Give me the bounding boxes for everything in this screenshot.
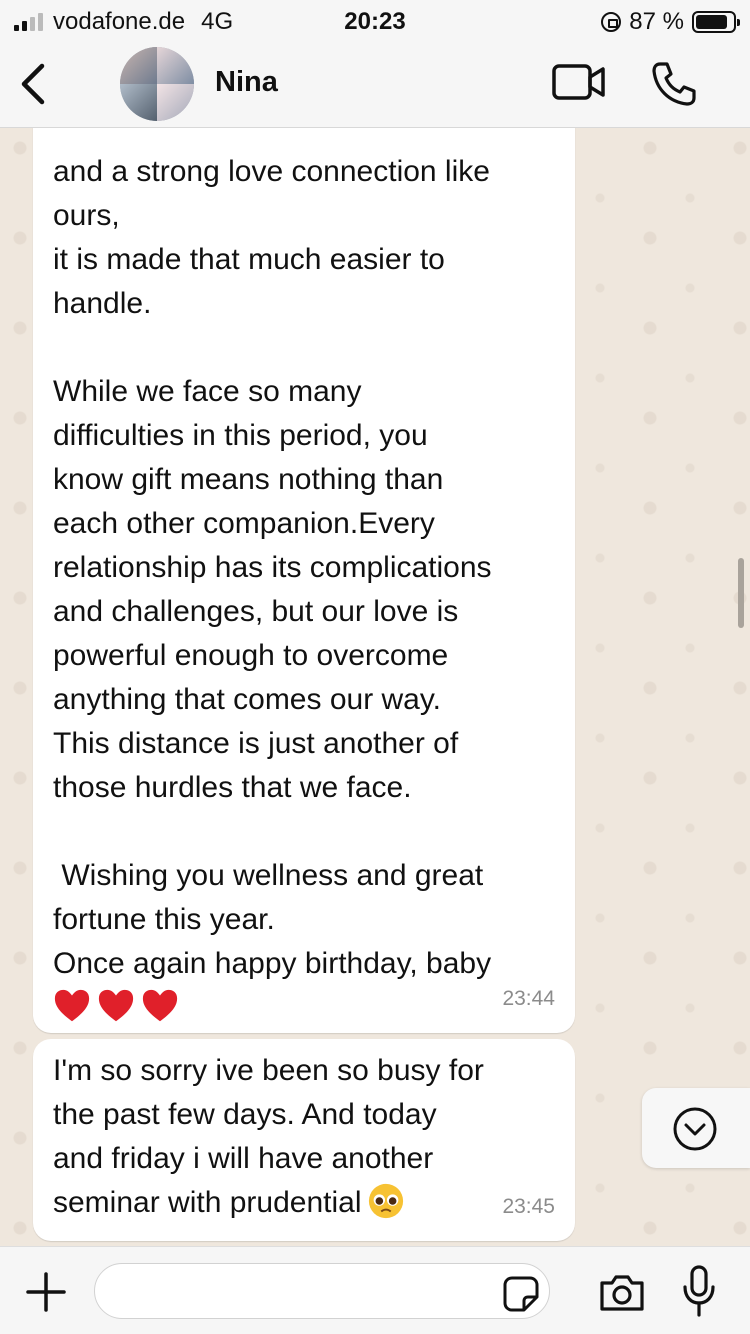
chevron-left-icon [21,63,45,105]
attach-button[interactable] [26,1272,66,1312]
video-call-icon [552,64,605,100]
avatar[interactable] [120,47,194,121]
scrollbar[interactable] [738,558,744,628]
message-time: 23:45 [502,1195,555,1218]
chevron-down-circle-icon [673,1107,717,1151]
pleading-face-icon [369,1183,404,1219]
camera-icon [600,1275,644,1311]
video-call-button[interactable] [552,62,606,102]
message-content: I'm so sorry ive been so busy for the pa… [53,1049,555,1225]
battery-icon [692,11,740,33]
status-bar: vodafone.de 4G 20:23 87 % [0,0,750,42]
orientation-lock-icon [601,12,622,32]
input-bar [0,1246,750,1334]
sticker-icon [503,1276,539,1312]
sticker-button[interactable] [502,1275,540,1313]
voice-call-button[interactable] [650,60,698,108]
message-text: and a strong love connection like ours, … [53,155,492,980]
battery-fill [696,15,728,29]
phone-icon [652,62,696,106]
red-heart-icon [142,989,178,1022]
chat-header: Nina [0,42,750,128]
status-right: 87 % [601,8,740,36]
battery-percent: 87 % [629,8,684,35]
message-bubble[interactable]: and a strong love connection like ours, … [33,128,575,1033]
red-heart-icon [98,989,134,1022]
message-emoji-row [53,986,555,1030]
microphone-button[interactable] [682,1265,716,1317]
microphone-icon [683,1265,715,1317]
chat-area[interactable]: and a strong love connection like ours, … [0,128,750,1246]
red-heart-icon [54,989,90,1022]
plus-icon [26,1272,66,1312]
message-time: 23:44 [502,987,555,1010]
camera-button[interactable] [598,1273,646,1313]
message-text: I'm so sorry ive been so busy for the pa… [53,1054,484,1219]
scroll-to-bottom-button[interactable] [642,1088,750,1168]
contact-name[interactable]: Nina [215,66,278,99]
message-input[interactable] [94,1263,550,1319]
message-bubble[interactable]: I'm so sorry ive been so busy for the pa… [33,1039,575,1241]
back-button[interactable] [16,60,56,108]
